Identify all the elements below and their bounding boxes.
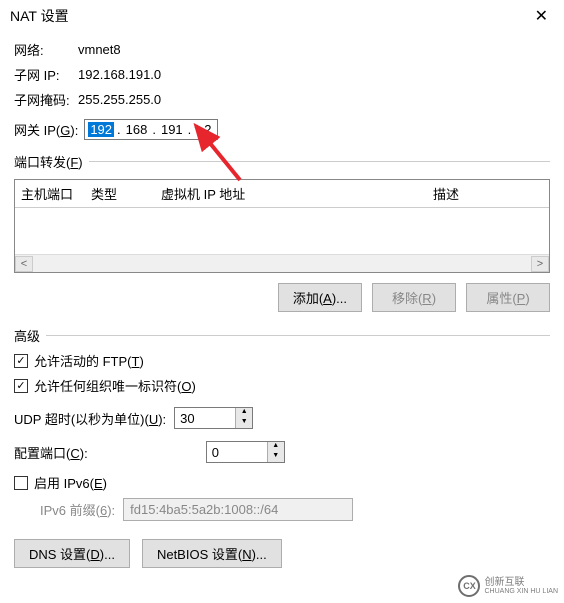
watermark-logo-icon: CX [458, 575, 480, 597]
ip-octet-2[interactable]: 168 [124, 122, 150, 137]
label-gateway: 网关 IP(G): [14, 120, 78, 139]
value-subnet-ip: 192.168.191.0 [78, 67, 161, 82]
properties-button[interactable]: 属性(P) [466, 283, 550, 312]
ip-octet-4[interactable]: 2 [194, 122, 213, 137]
value-network: vmnet8 [78, 42, 121, 57]
chevron-up-icon[interactable]: ▲ [236, 408, 252, 418]
label-active-ftp: 允许活动的 FTP(T) [34, 351, 144, 370]
chevron-down-icon[interactable]: ▼ [236, 418, 252, 428]
legend-port-forward: 端口转发(F) [14, 155, 89, 170]
checkbox-ipv6[interactable] [14, 476, 28, 490]
col-type[interactable]: 类型 [91, 184, 161, 203]
col-vm-ip[interactable]: 虚拟机 IP 地址 [161, 184, 433, 203]
ip-octet-3[interactable]: 191 [159, 122, 185, 137]
dialog-title: NAT 设置 [10, 6, 69, 26]
port-forward-table[interactable]: 主机端口 类型 虚拟机 IP 地址 描述 < > [14, 179, 550, 273]
config-port-input[interactable] [207, 442, 267, 462]
netbios-settings-button[interactable]: NetBIOS 设置(N)... [142, 539, 282, 568]
watermark-sub: CHUANG XIN HU LIAN [484, 588, 558, 596]
label-subnet-mask: 子网掩码: [14, 90, 78, 109]
scroll-right-icon[interactable]: > [531, 256, 549, 272]
dns-settings-button[interactable]: DNS 设置(D)... [14, 539, 130, 568]
label-subnet-ip: 子网 IP: [14, 65, 78, 84]
label-ipv6-prefix: IPv6 前缀(6): [40, 500, 115, 519]
scroll-left-icon[interactable]: < [15, 256, 33, 272]
gateway-ip-input[interactable]: 192 . 168 . 191 . 2 [84, 119, 217, 140]
label-udp-timeout: UDP 超时(以秒为单位)(U): [14, 409, 166, 428]
col-host-port[interactable]: 主机端口 [21, 184, 91, 203]
label-config-port: 配置端口(C): [14, 443, 88, 462]
close-icon[interactable]: ✕ [529, 6, 554, 26]
label-org-id: 允许任何组织唯一标识符(O) [34, 376, 196, 395]
value-subnet-mask: 255.255.255.0 [78, 92, 161, 107]
chevron-up-icon[interactable]: ▲ [268, 442, 284, 452]
ipv6-prefix-input: fd15:4ba5:5a2b:1008::/64 [123, 498, 353, 521]
udp-timeout-stepper[interactable]: ▲ ▼ [174, 407, 253, 429]
chevron-down-icon[interactable]: ▼ [268, 452, 284, 462]
ip-octet-1[interactable]: 192 [88, 122, 114, 137]
table-body[interactable] [15, 208, 549, 254]
label-network: 网络: [14, 40, 78, 59]
add-button[interactable]: 添加(A)... [278, 283, 362, 312]
config-port-stepper[interactable]: ▲ ▼ [206, 441, 285, 463]
scrollbar-horizontal[interactable] [33, 256, 531, 272]
checkbox-org-id[interactable]: ✓ [14, 379, 28, 393]
label-enable-ipv6: 启用 IPv6(E) [34, 473, 107, 492]
watermark-brand: 创新互联 [484, 577, 558, 588]
udp-timeout-input[interactable] [175, 408, 235, 428]
col-desc[interactable]: 描述 [433, 184, 543, 203]
legend-advanced: 高级 [14, 329, 46, 344]
remove-button[interactable]: 移除(R) [372, 283, 456, 312]
watermark: CX 创新互联 CHUANG XIN HU LIAN [458, 575, 558, 597]
checkbox-active-ftp[interactable]: ✓ [14, 354, 28, 368]
